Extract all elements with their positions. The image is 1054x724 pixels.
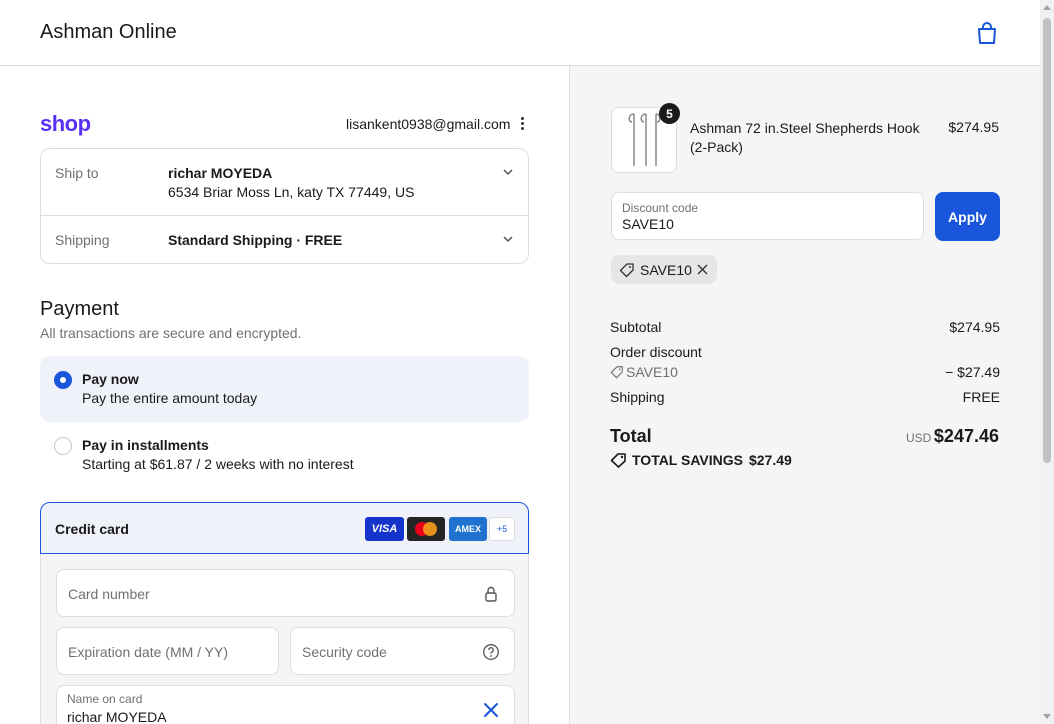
- credit-card-title: Credit card: [55, 521, 129, 537]
- savings-tag-icon: [610, 453, 626, 468]
- visa-logo: VISA: [365, 517, 404, 541]
- discount-code-label: Discount code: [622, 201, 699, 215]
- recipient-name: richar MOYEDA: [168, 165, 273, 181]
- savings-value: $27.49: [748, 452, 792, 468]
- pay-now-radio[interactable]: [54, 371, 72, 389]
- name-on-card-value: richar MOYEDA: [67, 709, 167, 724]
- scrollbar-thumb[interactable]: [1043, 18, 1051, 463]
- credit-card-option[interactable]: Credit card VISA AMEX +5: [40, 502, 529, 554]
- discount-code-input[interactable]: Discount code SAVE10: [611, 192, 924, 240]
- quantity-badge: 5: [659, 103, 680, 124]
- discount-code-row: SAVE10 − $27.49: [610, 364, 1000, 380]
- scroll-down-arrow[interactable]: [1043, 714, 1051, 719]
- applied-code: SAVE10: [640, 262, 692, 278]
- security-code-input[interactable]: Security code: [290, 627, 515, 675]
- shop-logo: shop: [40, 111, 91, 136]
- shipping-row: Shipping FREE: [610, 389, 1000, 405]
- payment-subtitle: All transactions are secure and encrypte…: [40, 325, 302, 341]
- chevron-down-icon[interactable]: [502, 166, 514, 178]
- mastercard-logo: [407, 517, 445, 541]
- shipping-method: Standard Shipping · FREE: [168, 232, 343, 248]
- chevron-down-icon[interactable]: [502, 233, 514, 245]
- savings-label: TOTAL SAVINGS: [632, 452, 743, 468]
- apply-button[interactable]: Apply: [935, 192, 1000, 241]
- product-price: $274.95: [948, 119, 999, 135]
- remove-discount-icon[interactable]: [696, 263, 709, 276]
- total-value: $247.46: [933, 426, 999, 446]
- total-savings: TOTAL SAVINGS $27.49: [610, 452, 792, 468]
- lock-icon: [485, 586, 497, 602]
- name-on-card-label: Name on card: [67, 692, 143, 706]
- name-on-card-input[interactable]: Name on card richar MOYEDA: [56, 685, 515, 724]
- more-brands-badge: +5: [489, 517, 515, 541]
- total-currency: USD: [906, 431, 932, 445]
- clear-icon[interactable]: [482, 701, 500, 719]
- shipping-summary-label: Shipping: [610, 389, 665, 405]
- subtotal-value: $274.95: [949, 319, 1000, 335]
- option-title: Pay now: [82, 371, 139, 387]
- total-label: Total: [610, 426, 652, 446]
- card-number-placeholder: Card number: [68, 586, 150, 602]
- installments-option[interactable]: Pay in installments Starting at $61.87 /…: [40, 422, 529, 488]
- discount-amount: − $27.49: [945, 364, 1000, 380]
- installments-radio[interactable]: [54, 437, 72, 455]
- order-summary: 5 Ashman 72 in.Steel Shepherds Hook (2-P…: [569, 66, 1040, 724]
- discount-code-value: SAVE10: [622, 216, 674, 232]
- shopping-bag-icon[interactable]: [974, 20, 1000, 46]
- shipping-label: Shipping: [55, 232, 110, 248]
- shipping-address: 6534 Briar Moss Ln, katy TX 77449, US: [168, 184, 415, 200]
- product-name: Ashman 72 in.Steel Shepherds Hook (2-Pac…: [690, 120, 920, 155]
- subtotal-row: Subtotal $274.95: [610, 319, 1000, 335]
- shipping-summary-value: FREE: [962, 389, 1000, 405]
- option-title: Pay in installments: [82, 437, 209, 453]
- page-scrollbar[interactable]: [1040, 0, 1054, 724]
- applied-discount-chip: SAVE10: [611, 255, 717, 284]
- payment-title: Payment: [40, 298, 119, 320]
- account-email: lisankent0938@gmail.com: [346, 116, 511, 132]
- discount-code-name: SAVE10: [626, 364, 678, 380]
- amex-logo: AMEX: [449, 517, 487, 541]
- pay-now-option[interactable]: Pay now Pay the entire amount today: [40, 356, 529, 422]
- ship-to-row[interactable]: Ship to richar MOYEDA 6534 Briar Moss Ln…: [41, 149, 528, 216]
- order-discount-row: Order discount: [610, 344, 1000, 360]
- checkout-main: shop lisankent0938@gmail.com Ship to ric…: [0, 66, 569, 724]
- subtotal-label: Subtotal: [610, 319, 662, 335]
- more-options-icon[interactable]: [516, 116, 528, 132]
- credit-card-form: Card number Expiration date (MM / YY) Se…: [40, 554, 529, 724]
- security-code-placeholder: Security code: [302, 644, 387, 660]
- ship-to-label: Ship to: [55, 165, 99, 181]
- tag-icon: [619, 263, 634, 278]
- expiration-placeholder: Expiration date (MM / YY): [68, 644, 229, 660]
- shipping-method-row[interactable]: Shipping Standard Shipping · FREE: [41, 216, 528, 264]
- help-icon[interactable]: [482, 643, 500, 661]
- order-discount-label: Order discount: [610, 344, 702, 360]
- scroll-up-arrow[interactable]: [1043, 5, 1051, 10]
- card-number-input[interactable]: Card number: [56, 569, 515, 617]
- option-description: Pay the entire amount today: [82, 390, 258, 406]
- store-name[interactable]: Ashman Online: [40, 21, 177, 44]
- expiration-date-input[interactable]: Expiration date (MM / YY): [56, 627, 279, 675]
- option-description: Starting at $61.87 / 2 weeks with no int…: [82, 456, 354, 472]
- site-header: Ashman Online: [0, 0, 1040, 66]
- tag-icon: [610, 366, 623, 379]
- shipping-review: Ship to richar MOYEDA 6534 Briar Moss Ln…: [40, 148, 529, 264]
